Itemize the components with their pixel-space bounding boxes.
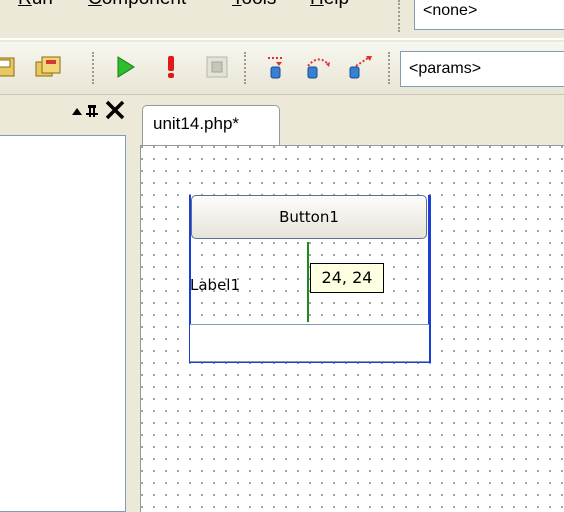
menu-tools[interactable]: Tools [232,0,276,10]
save-all-icon[interactable] [34,54,61,80]
run-icon[interactable] [112,54,138,80]
params-combo[interactable]: <params> [400,51,564,87]
toolbar: <params> [0,42,564,95]
target-combo[interactable]: <none> [414,0,564,30]
menu-help[interactable]: Help [310,0,349,10]
edit-control[interactable] [190,324,429,362]
step-into-icon[interactable] [262,54,288,80]
menu-run[interactable]: Run [18,0,53,10]
divider [0,38,564,40]
step-out-icon[interactable] [346,54,372,80]
stop-icon[interactable] [204,54,230,80]
save-icon[interactable] [0,54,18,80]
toolbar-grip[interactable] [398,0,404,32]
pin-icon[interactable] [68,101,100,128]
menu-bar: Run Component Tools Help <none> [0,0,564,40]
exclamation-icon[interactable] [158,54,184,80]
editor-tabstrip: unit14.php* [132,95,564,145]
coordinate-tooltip: 24, 24 [310,263,384,293]
toolbar-separator [244,52,250,84]
panel-content[interactable] [0,135,126,512]
button1-control[interactable]: Button1 [191,195,427,239]
step-over-icon[interactable] [304,54,330,80]
label1-control[interactable]: Label1 [190,276,240,294]
menu-component[interactable]: Component [88,0,186,10]
tab-unit14[interactable]: unit14.php* [142,105,280,145]
toolbar-separator [92,52,98,84]
left-panel [0,95,132,512]
toolbar-separator [388,52,394,84]
close-icon[interactable] [104,99,126,126]
panel-header [0,95,132,131]
alignment-guide [307,242,309,322]
